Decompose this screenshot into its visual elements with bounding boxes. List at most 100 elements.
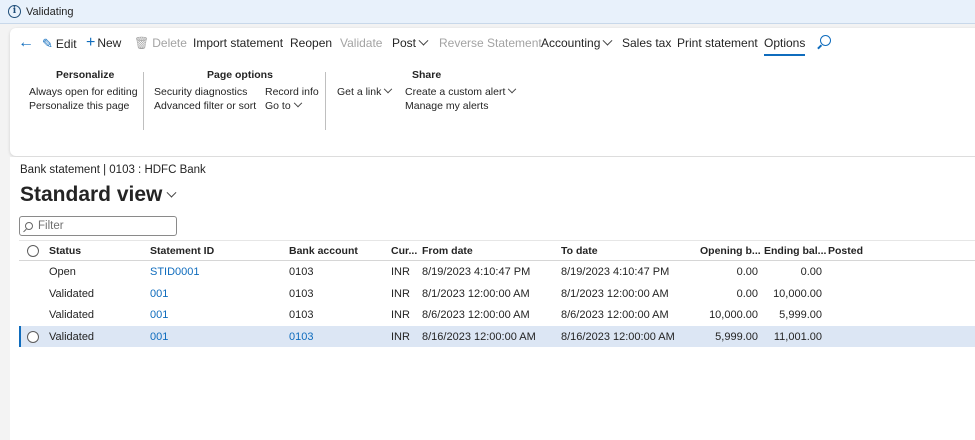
toolbar: ← ✎ Edit + New 🗑 Delete Import statement Re… [10, 28, 975, 58]
import-statement-button[interactable]: Import statement [193, 36, 283, 50]
validate-button[interactable]: Validate [340, 36, 382, 50]
ending-balance-cell: 0.00 [800, 266, 822, 278]
column-header-statement-id[interactable]: Statement ID [150, 245, 214, 257]
row-select-radio[interactable] [27, 330, 39, 343]
opening-balance-cell: 0.00 [736, 266, 758, 278]
record-info-option[interactable]: Record info [265, 86, 319, 98]
plus-icon: + [86, 34, 96, 51]
accounting-label: Accounting [541, 36, 601, 50]
page-options-group-title: Page options [207, 69, 273, 81]
action-pane: ← ✎ Edit + New 🗑 Delete Import statement Re… [10, 28, 975, 156]
bank-account-cell: 0103 [289, 266, 314, 278]
select-all-radio[interactable] [27, 245, 39, 257]
new-label: New [97, 36, 122, 50]
bank-account-link[interactable]: 0103 [289, 331, 313, 343]
statement-id-link[interactable]: 001 [150, 288, 168, 300]
manage-my-alerts-option[interactable]: Manage my alerts [405, 100, 488, 112]
chevron-down-icon [166, 187, 177, 198]
column-header-ending-balance[interactable]: Ending bal... [764, 245, 826, 257]
from-date-cell: 8/16/2023 12:00:00 AM [422, 330, 536, 343]
post-button[interactable]: Post [392, 35, 429, 50]
view-selector[interactable]: Standard view [20, 183, 177, 207]
edit-label: Edit [55, 37, 77, 51]
column-header-posted[interactable]: Posted [828, 245, 863, 257]
column-header-status[interactable]: Status [49, 245, 81, 257]
statement-id-link[interactable]: STID0001 [150, 266, 200, 278]
status-cell: Validated [49, 309, 95, 321]
bank-account-cell: 0103 [289, 309, 314, 321]
security-diagnostics-option[interactable]: Security diagnostics [154, 86, 247, 98]
chevron-down-icon [508, 84, 517, 94]
delete-button[interactable]: 🗑 Delete [134, 36, 187, 50]
post-label: Post [392, 36, 417, 50]
go-to-option[interactable]: Go to [265, 98, 302, 112]
advanced-filter-option[interactable]: Advanced filter or sort [154, 100, 256, 112]
currency-cell: INR [391, 330, 410, 343]
title-bar: i Validating [0, 0, 975, 24]
page-title: Standard view [20, 183, 163, 206]
to-date-cell: 8/16/2023 12:00:00 AM [561, 330, 675, 343]
main-page: Bank statement | 0103 : HDFC Bank Standa… [10, 157, 975, 440]
status-cell: Open [49, 266, 76, 278]
back-arrow-icon[interactable]: ← [18, 34, 34, 52]
grid-header: Status Statement ID Bank account Cur... … [19, 240, 975, 261]
ending-balance-cell: 5,999.00 [779, 309, 822, 321]
to-date-cell: 8/6/2023 12:00:00 AM [561, 309, 669, 321]
statement-id-link[interactable]: 001 [150, 331, 168, 343]
accounting-button[interactable]: Accounting [541, 35, 613, 50]
to-date-cell: 8/1/2023 12:00:00 AM [561, 287, 669, 300]
opening-balance-cell: 5,999.00 [715, 330, 758, 343]
column-header-opening-balance[interactable]: Opening b... [700, 245, 761, 257]
edit-button[interactable]: ✎ Edit [42, 36, 77, 52]
new-button[interactable]: + New [86, 34, 122, 51]
go-to-label: Go to [265, 100, 291, 112]
ending-balance-cell: 11,001.00 [773, 330, 822, 343]
personalize-group-title: Personalize [56, 69, 115, 81]
from-date-cell: 8/1/2023 12:00:00 AM [422, 287, 530, 300]
chevron-down-icon [418, 35, 429, 46]
reverse-statement-button[interactable]: Reverse Statement [439, 36, 542, 50]
opening-balance-cell: 0.00 [736, 287, 758, 300]
tab-options[interactable]: Options [764, 36, 806, 56]
get-a-link-label: Get a link [337, 86, 382, 98]
status-cell: Validated [49, 287, 95, 300]
statement-id-link[interactable]: 001 [150, 309, 168, 321]
personalize-this-page-option[interactable]: Personalize this page [29, 100, 129, 112]
ending-balance-cell: 10,000.00 [773, 287, 822, 300]
pencil-icon: ✎ [42, 36, 53, 51]
divider [143, 72, 144, 130]
to-date-cell: 8/19/2023 4:10:47 PM [561, 266, 670, 278]
chevron-down-icon [293, 98, 302, 108]
from-date-cell: 8/6/2023 12:00:00 AM [422, 309, 530, 321]
column-header-bank-account[interactable]: Bank account [289, 245, 358, 257]
filter-box[interactable] [19, 216, 177, 236]
table-row[interactable]: Validated 001 0103 INR 8/1/2023 12:00:00… [19, 283, 975, 305]
table-row[interactable]: Open STID0001 0103 INR 8/19/2023 4:10:47… [19, 261, 975, 283]
table-row[interactable]: Validated 001 0103 INR 8/6/2023 12:00:00… [19, 304, 975, 326]
reopen-button[interactable]: Reopen [290, 36, 332, 50]
status-cell: Validated [49, 330, 95, 343]
create-custom-alert-option[interactable]: Create a custom alert [405, 84, 517, 98]
column-header-from-date[interactable]: From date [422, 245, 473, 257]
filter-input[interactable] [38, 220, 168, 232]
chevron-down-icon [602, 35, 613, 46]
statement-grid: Status Statement ID Bank account Cur... … [19, 240, 975, 347]
delete-label: Delete [152, 36, 187, 50]
get-a-link-option[interactable]: Get a link [337, 84, 393, 98]
from-date-cell: 8/19/2023 4:10:47 PM [422, 266, 531, 278]
search-icon [25, 222, 33, 230]
always-open-for-editing-option[interactable]: Always open for editing [29, 86, 138, 98]
search-icon[interactable] [820, 35, 831, 46]
table-row-selected[interactable]: Validated 001 0103 INR 8/16/2023 12:00:0… [19, 325, 975, 347]
print-statement-button[interactable]: Print statement [677, 36, 758, 50]
sales-tax-button[interactable]: Sales tax [622, 36, 671, 50]
trash-icon: 🗑 [134, 36, 150, 50]
column-header-currency[interactable]: Cur... [391, 245, 417, 257]
currency-cell: INR [391, 266, 410, 278]
info-icon: i [8, 5, 21, 18]
divider [325, 72, 326, 130]
bank-account-cell: 0103 [289, 287, 314, 300]
breadcrumb: Bank statement | 0103 : HDFC Bank [20, 164, 206, 176]
share-group-title: Share [412, 69, 442, 81]
column-header-to-date[interactable]: To date [561, 245, 598, 257]
